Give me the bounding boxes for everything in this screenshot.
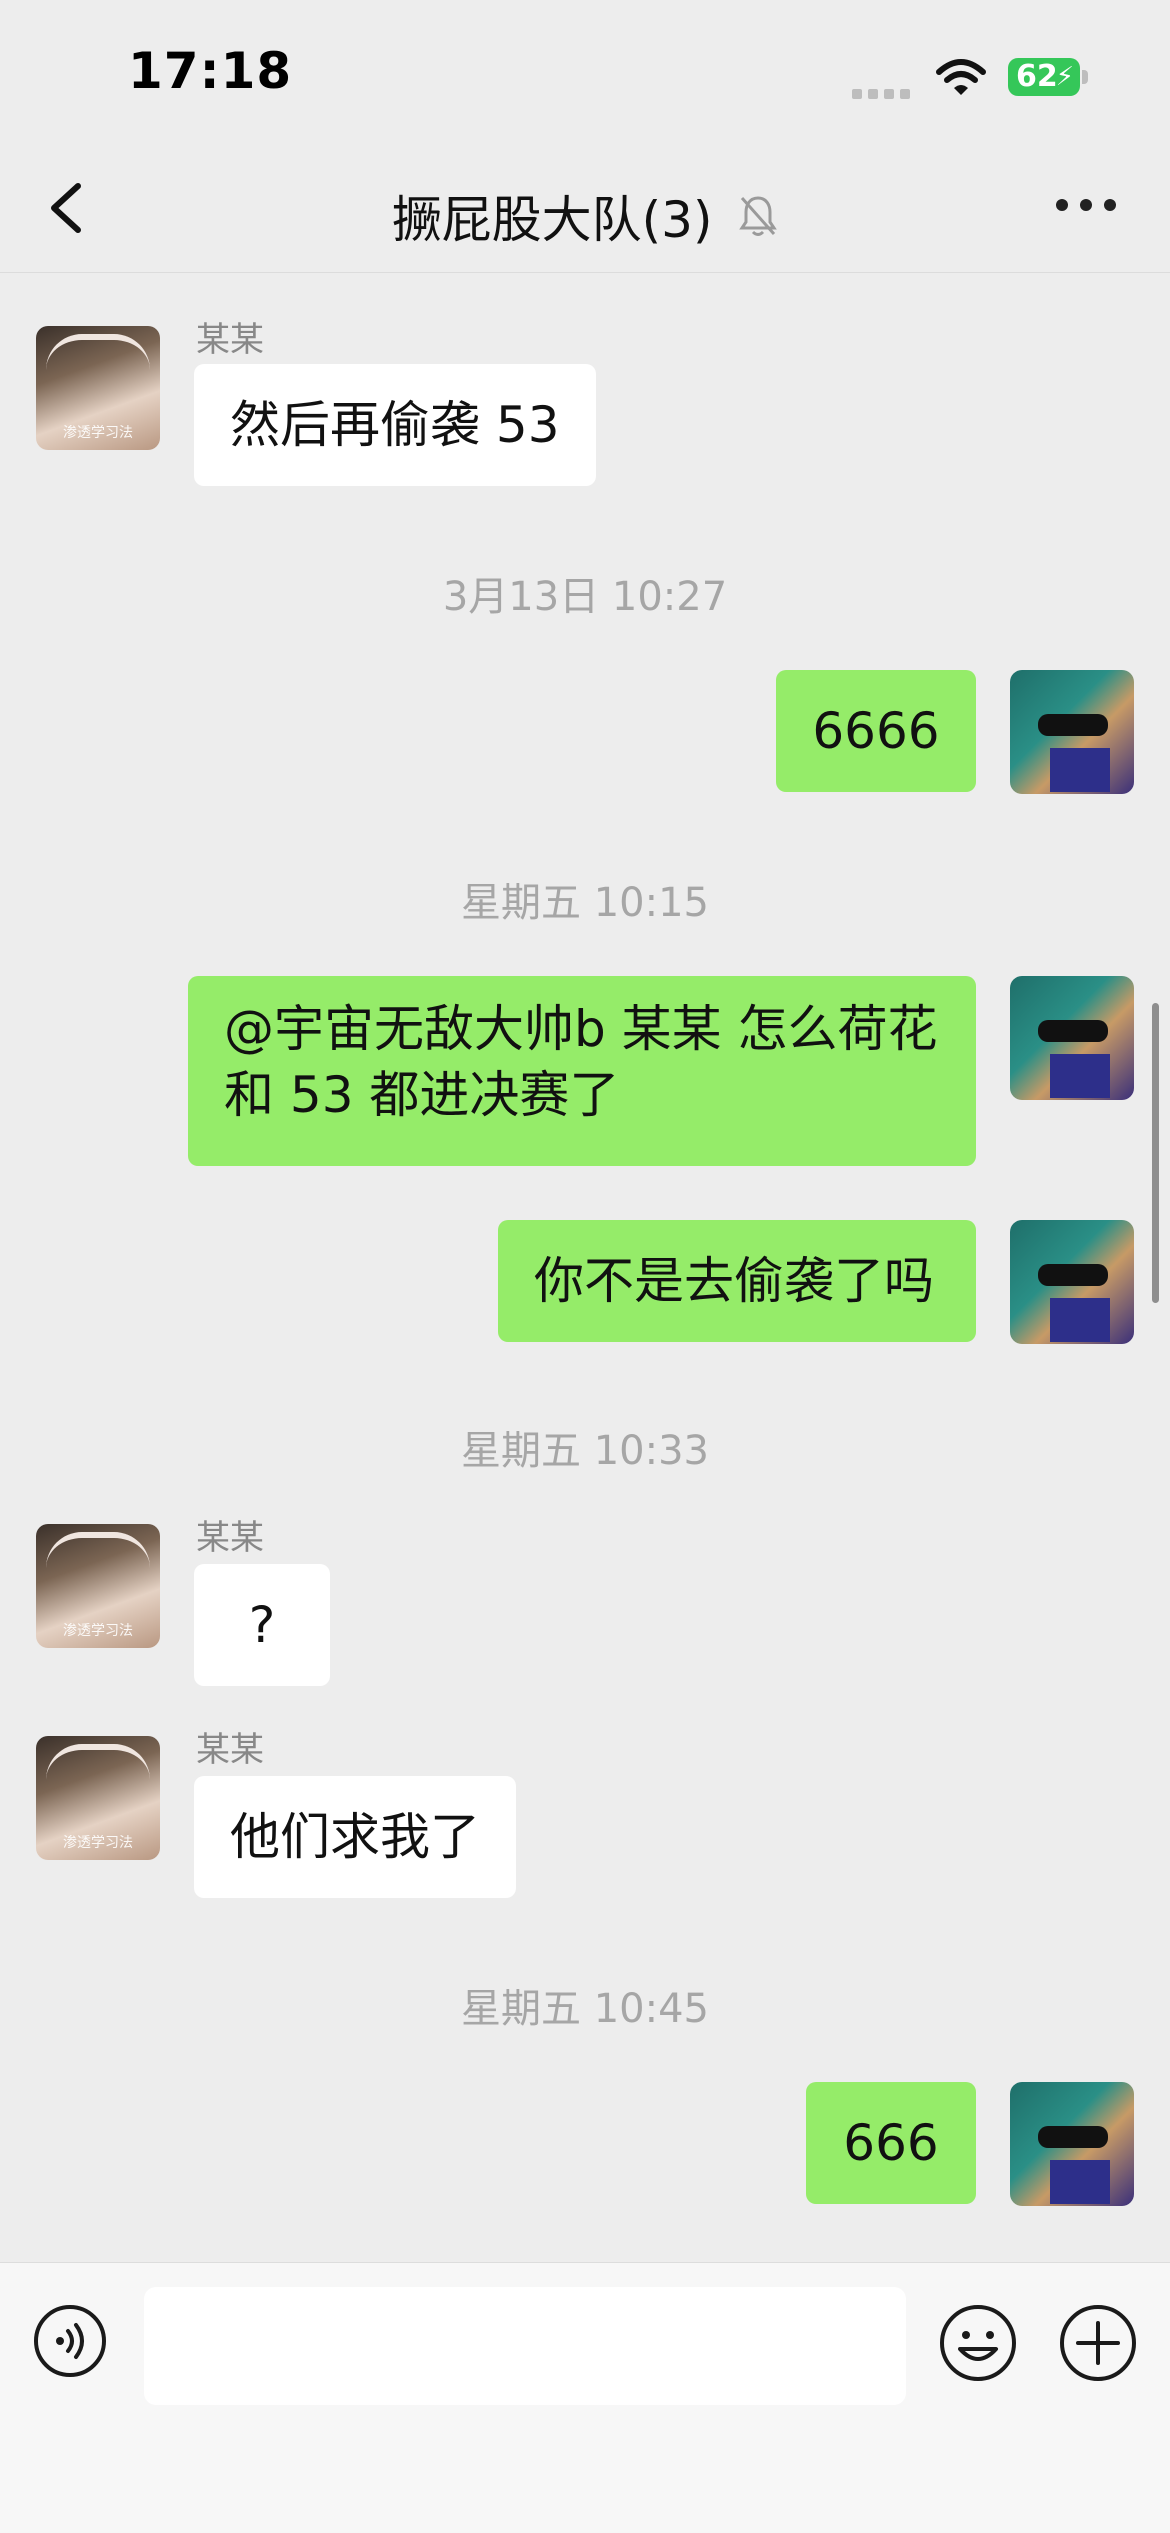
battery-level: 62 — [1016, 59, 1058, 94]
sender-name: 某某 — [196, 1518, 264, 1558]
cellular-signal-icon — [852, 84, 916, 103]
contact-avatar[interactable]: 渗透学习法 — [36, 1736, 160, 1860]
incoming-message-bubble[interactable]: ? — [194, 1564, 330, 1686]
timestamp: 星期五 10:15 — [461, 880, 709, 926]
chat-header: 撅屁股大队(3) — [0, 140, 1170, 273]
timestamp: 星期五 10:33 — [461, 1428, 709, 1474]
outgoing-message-bubble[interactable]: 你不是去偷袭了吗 — [498, 1220, 976, 1342]
my-avatar[interactable] — [1010, 976, 1134, 1100]
charging-icon: ⚡ — [1055, 62, 1074, 92]
outgoing-message-bubble[interactable]: 6666 — [776, 670, 976, 792]
plus-icon[interactable] — [1058, 2303, 1138, 2383]
status-time: 17:18 — [128, 42, 293, 100]
battery-cap — [1082, 70, 1088, 84]
status-bar: 17:18 62 ⚡ — [0, 0, 1170, 140]
input-bar — [0, 2262, 1170, 2533]
my-avatar[interactable] — [1010, 1220, 1134, 1344]
chat-title-area: 撅屁股大队(3) — [0, 180, 1170, 252]
voice-icon[interactable] — [32, 2303, 108, 2379]
avatar-caption: 渗透学习法 — [63, 1835, 133, 1851]
more-options-icon[interactable] — [1056, 196, 1128, 215]
wifi-icon — [936, 59, 986, 95]
outgoing-message-bubble[interactable]: 666 — [806, 2082, 976, 2204]
my-avatar[interactable] — [1010, 2082, 1134, 2206]
avatar-caption: 渗透学习法 — [63, 1623, 133, 1639]
sender-name: 某某 — [196, 1730, 264, 1770]
contact-avatar[interactable]: 渗透学习法 — [36, 326, 160, 450]
battery-indicator: 62 ⚡ — [1008, 58, 1080, 96]
message-list[interactable]: 渗透学习法 某某 然后再偷袭 53 3月13日 10:27 6666 星期五 1… — [0, 272, 1170, 2262]
timestamp: 3月13日 10:27 — [442, 574, 728, 620]
contact-avatar[interactable]: 渗透学习法 — [36, 1524, 160, 1648]
my-avatar[interactable] — [1010, 670, 1134, 794]
incoming-message-bubble[interactable]: 他们求我了 — [194, 1776, 516, 1898]
incoming-message-bubble[interactable]: 然后再偷袭 53 — [194, 364, 596, 486]
timestamp: 星期五 10:45 — [461, 1986, 709, 2032]
emoji-icon[interactable] — [938, 2303, 1018, 2383]
outgoing-message-bubble[interactable]: @宇宙无敌大帅b 某某 怎么荷花和 53 都进决赛了 — [188, 976, 976, 1166]
sender-name: 某某 — [196, 320, 264, 360]
scroll-indicator[interactable] — [1152, 1003, 1159, 1303]
message-input[interactable] — [144, 2287, 906, 2405]
avatar-caption: 渗透学习法 — [63, 425, 133, 441]
bell-slash-icon — [739, 196, 778, 236]
chat-title: 撅屁股大队(3) — [391, 191, 713, 249]
